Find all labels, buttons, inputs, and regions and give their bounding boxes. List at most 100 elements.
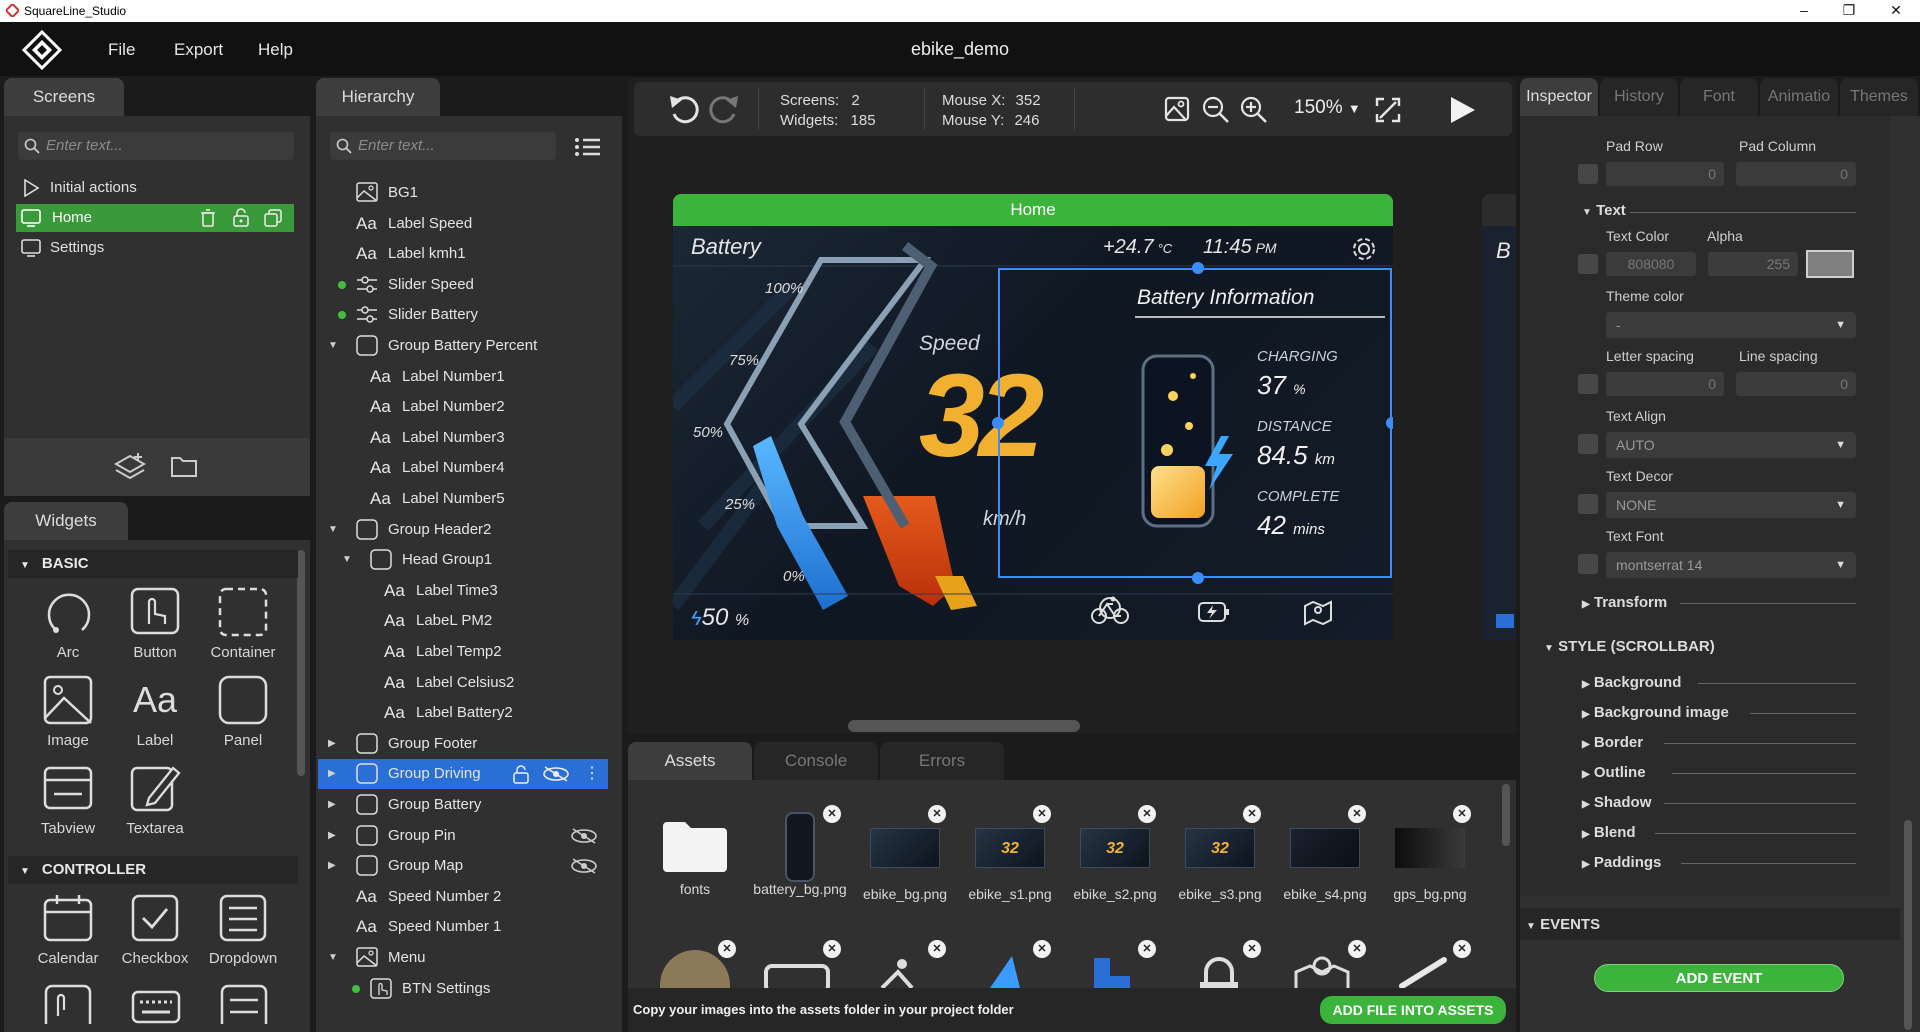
tab-animation[interactable]: Animatio	[1760, 78, 1838, 116]
screen-item-home[interactable]: Home	[16, 204, 294, 232]
bike-icon[interactable]	[1091, 596, 1129, 626]
pad-row-checkbox[interactable]	[1578, 164, 1598, 184]
style-scrollbar-toggle[interactable]: ▼ STYLE (SCROLLBAR)	[1544, 638, 1715, 655]
unlock-icon[interactable]	[512, 764, 530, 785]
add-event-button[interactable]: ADD EVENT	[1594, 964, 1844, 992]
style-prop-toggle[interactable]: ▶ Blend	[1582, 824, 1636, 841]
trash-icon[interactable]	[200, 209, 216, 227]
text-color-input[interactable]: 808080	[1606, 252, 1696, 276]
widget-label[interactable]: Aa Label	[115, 674, 195, 749]
hierarchy-row[interactable]: Aa Label Speed	[318, 209, 608, 239]
tab-font[interactable]: Font	[1680, 78, 1758, 116]
resize-handle-left[interactable]	[992, 417, 1004, 429]
hierarchy-row[interactable]: ▶ Group Footer	[318, 729, 608, 759]
widgets-scrollbar[interactable]	[297, 550, 305, 776]
hierarchy-row[interactable]: Aa Label Number2	[318, 392, 608, 422]
letter-spacing-input[interactable]: 0	[1606, 372, 1724, 396]
widget-panel[interactable]: Panel	[203, 674, 283, 749]
widget-image[interactable]: Image	[28, 674, 108, 749]
asset-blue-icon-thumb[interactable]	[1090, 956, 1136, 988]
hierarchy-row[interactable]: Slider Battery	[318, 300, 608, 330]
events-toggle[interactable]: ▼ EVENTS	[1526, 916, 1600, 933]
expand-icon[interactable]	[1374, 96, 1402, 124]
collapse-triangle-icon[interactable]: ▶	[328, 759, 336, 789]
widget-dropdown[interactable]: Dropdown	[203, 892, 283, 967]
remove-asset-button[interactable]: ✕	[1453, 940, 1471, 958]
hierarchy-row[interactable]: ▼ Group Header2	[318, 515, 608, 545]
theme-color-dropdown[interactable]: - ▼	[1606, 312, 1856, 338]
section-basic[interactable]: ▼ BASIC	[8, 550, 298, 578]
style-prop-toggle[interactable]: ▶ Shadow	[1582, 794, 1651, 811]
collapse-triangle-icon[interactable]: ▶	[328, 821, 336, 851]
hierarchy-row[interactable]: ▶ Group Map	[318, 851, 608, 881]
tab-assets[interactable]: Assets	[628, 742, 752, 780]
remove-asset-button[interactable]: ✕	[1243, 940, 1261, 958]
more-options-icon[interactable]: ⋮	[584, 759, 600, 789]
hierarchy-row[interactable]: Aa Label Number4	[318, 453, 608, 483]
remove-asset-button[interactable]: ✕	[1138, 940, 1156, 958]
asset-line-icon-thumb[interactable]	[1398, 956, 1448, 988]
text-decor-dropdown[interactable]: NONE ▼	[1606, 492, 1856, 518]
hierarchy-row[interactable]: Aa Label Celsius2	[318, 668, 608, 698]
hierarchy-search-input[interactable]: Enter text...	[330, 132, 556, 160]
add-file-into-assets-button[interactable]: ADD FILE INTO ASSETS	[1320, 996, 1506, 1024]
zoom-level-select[interactable]: 150% ▼	[1294, 97, 1361, 119]
asset-battery-icon-thumb[interactable]	[762, 960, 838, 988]
fit-image-icon[interactable]	[1164, 96, 1190, 122]
hierarchy-row[interactable]: Slider Speed	[318, 270, 608, 300]
text-font-dropdown[interactable]: montserrat 14 ▼	[1606, 552, 1856, 578]
pad-row-input[interactable]: 0	[1606, 162, 1724, 186]
hierarchy-row[interactable]: ▶ Group Driving ⋮	[318, 759, 608, 790]
line-spacing-input[interactable]: 0	[1736, 372, 1856, 396]
widget-tabview[interactable]: Tabview	[28, 762, 108, 837]
expand-triangle-icon[interactable]: ▼	[328, 331, 338, 361]
remove-asset-button[interactable]: ✕	[928, 940, 946, 958]
widget-checkbox[interactable]: Checkbox	[115, 892, 195, 967]
widget-calendar[interactable]: Calendar	[28, 892, 108, 967]
add-screen-icon[interactable]	[114, 452, 146, 482]
hierarchy-row[interactable]: ▶ Group Battery	[318, 790, 608, 820]
hierarchy-row[interactable]: BTN Settings	[318, 974, 608, 1004]
remove-asset-button[interactable]: ✕	[823, 940, 841, 958]
folder-icon[interactable]	[170, 454, 198, 478]
style-prop-toggle[interactable]: ▶ Background	[1582, 674, 1681, 691]
resize-handle-top[interactable]	[1192, 262, 1204, 274]
next-screen-preview[interactable]: B	[1482, 194, 1516, 640]
tab-console[interactable]: Console	[754, 742, 878, 780]
settings-gear-icon[interactable]	[1351, 236, 1377, 262]
collapse-triangle-icon[interactable]: ▶	[328, 729, 336, 759]
style-prop-toggle[interactable]: ▶ Background image	[1582, 704, 1729, 721]
hierarchy-row[interactable]: Aa Label Battery2	[318, 698, 608, 728]
hierarchy-row[interactable]: Aa Label Time3	[318, 576, 608, 606]
redo-icon[interactable]	[706, 92, 740, 126]
asset-ebike-s1[interactable]: 32 ebike_s1.png	[960, 828, 1060, 902]
text-color-checkbox[interactable]	[1578, 254, 1598, 274]
maximize-button[interactable]: ❐	[1826, 0, 1872, 22]
style-prop-toggle[interactable]: ▶ Outline	[1582, 764, 1646, 781]
pad-column-input[interactable]: 0	[1736, 162, 1856, 186]
expand-triangle-icon[interactable]: ▼	[328, 515, 338, 545]
tab-errors[interactable]: Errors	[880, 742, 1004, 780]
widget-button[interactable]: Button	[115, 586, 195, 661]
canvas-hscrollbar[interactable]	[848, 720, 1080, 732]
inspector-scrollbar[interactable]	[1904, 820, 1912, 1030]
hierarchy-row[interactable]: Aa Label Number3	[318, 423, 608, 453]
remove-asset-button[interactable]: ✕	[928, 805, 946, 823]
style-prop-toggle[interactable]: ▶ Paddings	[1582, 854, 1661, 871]
assets-scrollbar[interactable]	[1502, 784, 1510, 846]
remove-asset-button[interactable]: ✕	[1033, 940, 1051, 958]
asset-map-icon-thumb[interactable]	[1292, 954, 1352, 988]
hierarchy-row[interactable]: ▶ Group Pin	[318, 821, 608, 851]
screen-item-initial-actions[interactable]: Initial actions	[16, 174, 294, 202]
style-prop-toggle[interactable]: ▶ Border	[1582, 734, 1643, 751]
hierarchy-row[interactable]: Aa Speed Number 2	[318, 882, 608, 912]
selection-box[interactable]	[998, 268, 1392, 578]
asset-gps-bg[interactable]: gps_bg.png	[1380, 828, 1480, 902]
expand-triangle-icon[interactable]: ▼	[342, 545, 352, 575]
asset-fonts-folder[interactable]: fonts	[645, 818, 745, 897]
zoom-in-icon[interactable]	[1240, 96, 1268, 124]
collapse-triangle-icon[interactable]: ▶	[328, 790, 336, 820]
remove-asset-button[interactable]: ✕	[1033, 805, 1051, 823]
remove-asset-button[interactable]: ✕	[1453, 805, 1471, 823]
hidden-eye-icon[interactable]	[570, 827, 598, 844]
